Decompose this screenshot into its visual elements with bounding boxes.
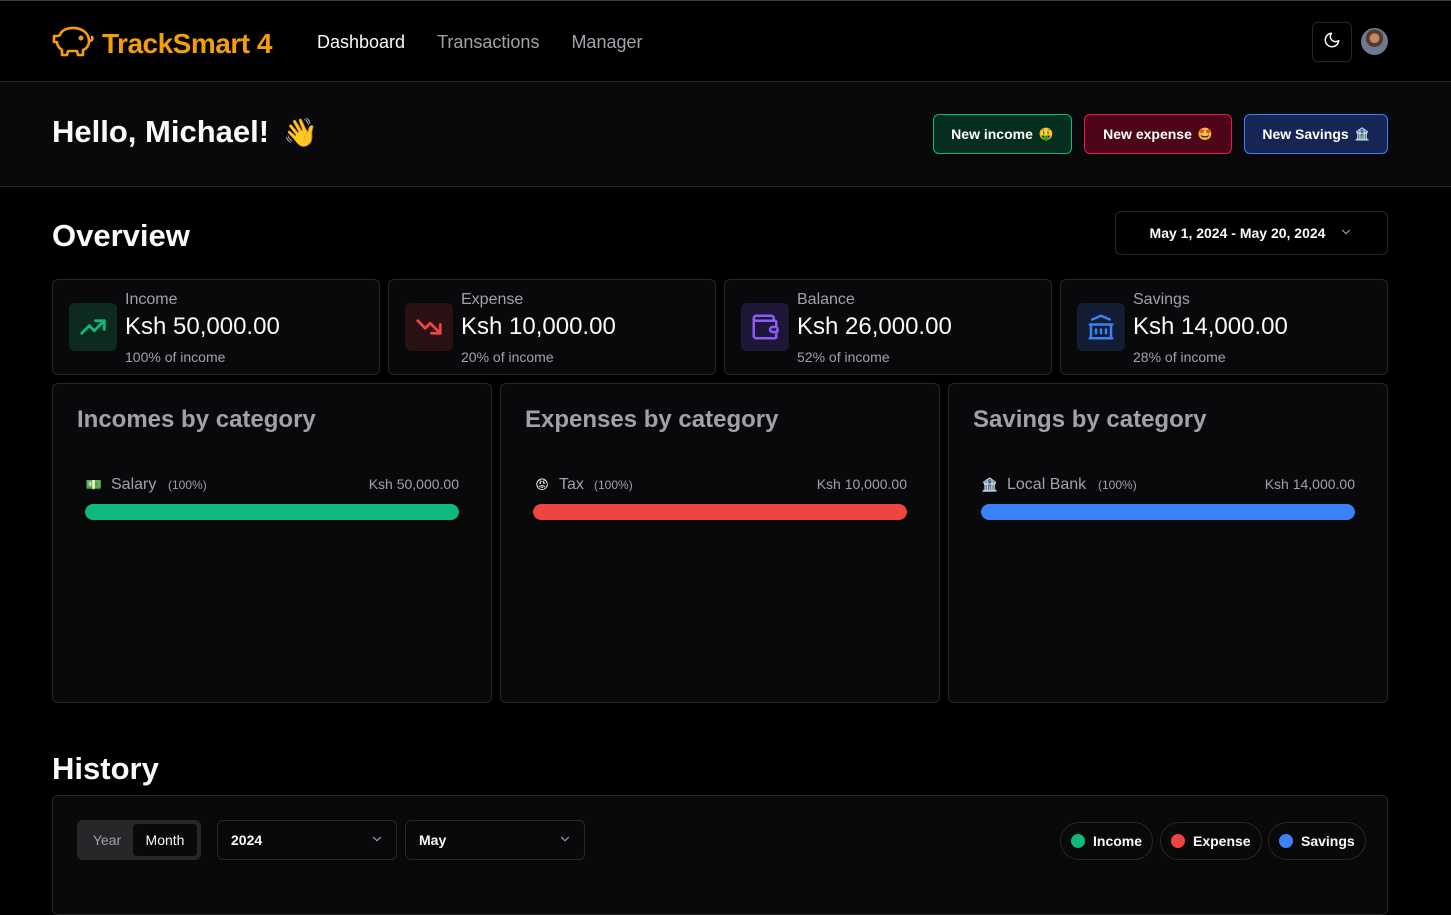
greeting-band: Hello, Michael! 👋 New income 🤑 New expen… xyxy=(0,82,1451,187)
card-title: Incomes by category xyxy=(77,406,316,433)
nav-transactions[interactable]: Transactions xyxy=(434,1,555,83)
category-name: Salary xyxy=(111,476,157,493)
category-amount: Ksh 50,000.00 xyxy=(368,476,459,492)
category-row: 🏦 Local Bank (100%) Ksh 14,000.00 xyxy=(981,475,1355,495)
card-title: Expenses by category xyxy=(525,406,779,433)
incomes-by-category-card: Incomes by category 💵 Salary (100%) Ksh … xyxy=(52,383,492,703)
legend-savings: Savings xyxy=(1268,822,1366,860)
bank-building-icon: 🏦 xyxy=(1354,127,1370,141)
category-amount: Ksh 14,000.00 xyxy=(1264,476,1355,492)
greeting-text: Hello, Michael! xyxy=(52,114,270,149)
savings-by-category-card: Savings by category 🏦 Local Bank (100%) … xyxy=(948,383,1388,703)
history-card: Year Month 2024 May Income Expense Savin… xyxy=(52,795,1388,915)
legend-label: Savings xyxy=(1301,833,1355,849)
category-row: 💵 Salary (100%) Ksh 50,000.00 xyxy=(85,475,459,495)
legend-label: Expense xyxy=(1193,833,1251,849)
piggy-bank-icon xyxy=(52,23,94,64)
bank-icon xyxy=(1077,303,1125,351)
legend-expense: Expense xyxy=(1160,822,1262,860)
stat-subtext: 28% of income xyxy=(1133,349,1226,365)
stat-subtext: 20% of income xyxy=(461,349,554,365)
star-struck-icon: 🤩 xyxy=(1197,127,1213,141)
new-savings-label: New Savings xyxy=(1262,126,1349,142)
new-income-label: New income xyxy=(951,126,1033,142)
bank-building-icon: 🏦 xyxy=(981,477,999,492)
card-title: Savings by category xyxy=(973,406,1207,433)
category-percent: (100%) xyxy=(1098,478,1137,492)
stat-label: Expense xyxy=(461,291,524,308)
new-income-button[interactable]: New income 🤑 xyxy=(933,114,1072,154)
year-select-value: 2024 xyxy=(231,832,263,848)
tab-month[interactable]: Month xyxy=(133,824,197,856)
new-savings-button[interactable]: New Savings 🏦 xyxy=(1244,114,1388,154)
category-progress-bar xyxy=(981,504,1355,520)
category-row: 😡 Tax (100%) Ksh 10,000.00 xyxy=(533,475,907,495)
stat-value: Ksh 50,000.00 xyxy=(125,313,280,340)
category-progress-bar xyxy=(85,504,459,520)
main-nav: Dashboard Transactions Manager xyxy=(314,1,671,84)
stat-label: Income xyxy=(125,291,178,308)
date-range-picker[interactable]: May 1, 2024 - May 20, 2024 xyxy=(1115,211,1388,255)
tab-year[interactable]: Year xyxy=(81,824,133,856)
category-progress-fill xyxy=(533,504,907,520)
theme-toggle-button[interactable] xyxy=(1312,22,1352,62)
year-select[interactable]: 2024 xyxy=(217,820,397,860)
stat-label: Balance xyxy=(797,291,855,308)
stat-subtext: 100% of income xyxy=(125,349,226,365)
expenses-by-category-card: Expenses by category 😡 Tax (100%) Ksh 10… xyxy=(500,383,940,703)
app-logo[interactable]: TrackSmart 4 xyxy=(52,23,272,64)
banknote-icon: 💵 xyxy=(85,477,103,492)
chevron-down-icon xyxy=(370,832,384,849)
legend-dot xyxy=(1071,834,1085,848)
new-expense-button[interactable]: New expense 🤩 xyxy=(1084,114,1232,154)
category-name: Tax xyxy=(559,476,584,493)
date-range-text: May 1, 2024 - May 20, 2024 xyxy=(1149,225,1326,241)
stat-value: Ksh 14,000.00 xyxy=(1133,313,1288,340)
category-percent: (100%) xyxy=(594,478,633,492)
nav-dashboard[interactable]: Dashboard xyxy=(314,1,422,84)
nav-manager[interactable]: Manager xyxy=(568,1,658,83)
legend-dot xyxy=(1279,834,1293,848)
trending-down-icon xyxy=(405,303,453,351)
category-progress-bar xyxy=(533,504,907,520)
trending-up-icon xyxy=(69,303,117,351)
stat-card-savings: Savings Ksh 14,000.00 28% of income xyxy=(1060,279,1388,375)
overview-title: Overview xyxy=(52,218,190,253)
top-navbar: TrackSmart 4 Dashboard Transactions Mana… xyxy=(0,0,1451,84)
app-name: TrackSmart 4 xyxy=(102,27,272,59)
category-amount: Ksh 10,000.00 xyxy=(816,476,907,492)
history-title: History xyxy=(52,751,159,786)
stat-value: Ksh 26,000.00 xyxy=(797,313,952,340)
stat-card-income: Income Ksh 50,000.00 100% of income xyxy=(52,279,380,375)
waving-hand-icon: 👋 xyxy=(283,116,318,148)
chevron-down-icon xyxy=(558,832,572,849)
chevron-down-icon xyxy=(1339,225,1353,242)
period-tabs: Year Month xyxy=(77,820,201,860)
stat-card-expense: Expense Ksh 10,000.00 20% of income xyxy=(388,279,716,375)
greeting: Hello, Michael! 👋 xyxy=(52,114,318,150)
moon-icon xyxy=(1323,31,1341,54)
category-progress-fill xyxy=(85,504,459,520)
new-expense-label: New expense xyxy=(1103,126,1192,142)
money-face-icon: 🤑 xyxy=(1038,127,1054,141)
stat-label: Savings xyxy=(1133,291,1190,308)
user-avatar[interactable] xyxy=(1361,28,1388,55)
legend-label: Income xyxy=(1093,833,1143,849)
category-percent: (100%) xyxy=(168,478,207,492)
category-progress-fill xyxy=(981,504,1355,520)
month-select-value: May xyxy=(419,832,447,848)
category-name: Local Bank xyxy=(1007,476,1087,493)
angry-face-icon: 😡 xyxy=(535,477,549,492)
legend-income: Income xyxy=(1060,822,1154,860)
wallet-icon xyxy=(741,303,789,351)
legend-dot xyxy=(1171,834,1185,848)
month-select[interactable]: May xyxy=(405,820,585,860)
stat-card-balance: Balance Ksh 26,000.00 52% of income xyxy=(724,279,1052,375)
stat-subtext: 52% of income xyxy=(797,349,890,365)
stat-value: Ksh 10,000.00 xyxy=(461,313,616,340)
